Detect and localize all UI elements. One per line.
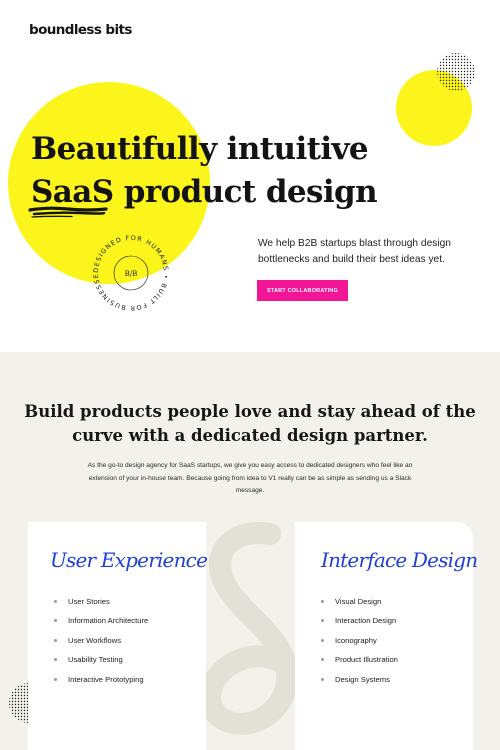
brush-stroke-icon [28, 206, 108, 218]
hero-subtitle-line-2: bottlenecks and build their best ideas y… [258, 254, 445, 265]
list-item: Product Illustration [321, 650, 398, 669]
card-title: User Experience [50, 548, 208, 572]
bullet-icon [54, 619, 57, 623]
hero-title: Beautifully intuitive SaaS product desig… [31, 128, 491, 214]
list-item-label: Usability Testing [68, 655, 123, 665]
hero-section: boundless bits Beautifully intuitive Saa… [0, 0, 500, 352]
bullet-icon [321, 638, 324, 642]
list-item-label: Information Architecture [68, 616, 149, 626]
brand-logo[interactable]: boundless bits [29, 22, 132, 38]
card-list: User Stories Information Architecture Us… [54, 592, 148, 689]
section-title: Build products people love and stay ahea… [20, 400, 480, 448]
card-list: Visual Design Interaction Design Iconogr… [321, 592, 398, 689]
list-item: Interaction Design [321, 611, 398, 630]
section-title-line-2: curve with a dedicated design partner. [72, 426, 428, 445]
bullet-icon [54, 600, 57, 603]
badge-monogram: B/B [125, 270, 138, 278]
list-item-label: Interactive Prototyping [68, 674, 144, 684]
list-item: User Stories [54, 592, 148, 611]
list-item: Interactive Prototyping [54, 670, 148, 689]
list-item: Design Systems [321, 670, 398, 689]
section-description: As the go-to design agency for SaaS star… [36, 460, 464, 498]
section-title-line-1: Build products people love and stay ahea… [24, 402, 476, 421]
bullet-icon [321, 619, 324, 623]
list-item: Usability Testing [54, 650, 148, 669]
bullet-icon [321, 600, 324, 603]
list-item-label: Interaction Design [335, 616, 397, 626]
list-item-label: Design Systems [335, 674, 390, 684]
bullet-icon [54, 658, 57, 662]
list-item-label: Product Illustration [335, 655, 398, 665]
list-item: Information Architecture [54, 611, 148, 630]
section-description-line-3: message. [235, 487, 265, 494]
list-item-label: Visual Design [335, 597, 382, 606]
list-item-label: User Workflows [68, 635, 122, 645]
list-item: User Workflows [54, 631, 148, 650]
section-description-line-1: As the go-to design agency for SaaS star… [87, 462, 413, 469]
list-item-label: User Stories [68, 597, 110, 606]
hero-title-line-1: Beautifully intuitive [31, 131, 369, 167]
interface-design-card: Interface Design Visual Design Interacti… [295, 522, 478, 750]
bullet-icon [54, 677, 57, 681]
dot-pattern-icon [437, 53, 475, 91]
hero-subtitle-line-1: We help B2B startups blast through desig… [258, 238, 451, 249]
card-title: Interface Design [321, 548, 478, 572]
bullet-icon [321, 658, 324, 662]
list-item: Iconography [321, 631, 398, 650]
services-section: Build products people love and stay ahea… [0, 352, 500, 750]
start-collaborating-button[interactable]: START COLLABORATING [257, 280, 348, 301]
designed-for-humans-badge: DESIGNED FOR HUMANS • BUILT FOR BUSINESS… [88, 230, 169, 312]
hero-subtitle: We help B2B startups blast through desig… [258, 236, 498, 268]
bullet-icon [54, 638, 57, 642]
list-item: Visual Design [321, 592, 398, 611]
section-description-line-2: extension of your in-house team. Because… [88, 474, 412, 482]
user-experience-card: User Experience User Stories Information… [28, 522, 208, 750]
bullet-icon [321, 677, 324, 681]
list-item-label: Iconography [335, 635, 377, 645]
